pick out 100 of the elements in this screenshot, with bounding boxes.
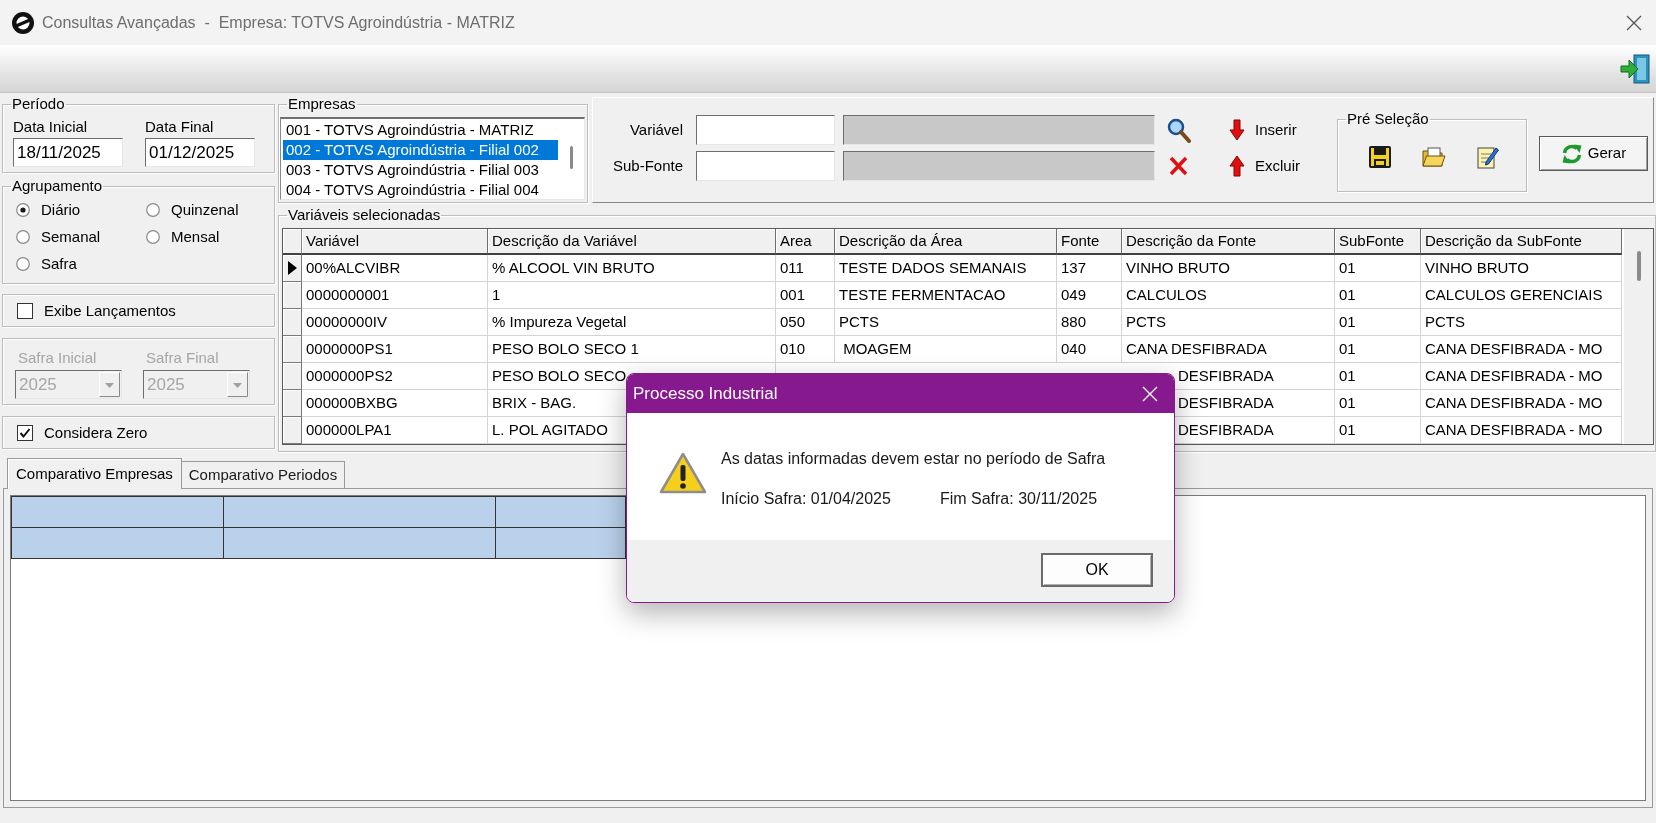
group-title: Variáveis selecionadas	[287, 206, 442, 224]
radio-option[interactable]: Quinzenal	[146, 200, 239, 219]
table-cell: 01	[1335, 363, 1421, 390]
table-cell: % ALCOOL VIN BRUTO	[488, 255, 776, 282]
group-title: Agrupamento	[11, 177, 104, 195]
text-input[interactable]	[696, 115, 835, 145]
table-cell: CANA DESFIBRADA - MO	[1421, 417, 1622, 444]
table-cell: 01	[1335, 255, 1421, 282]
field-label: Safra Inicial	[18, 349, 97, 367]
group-title: Empresas	[287, 95, 357, 113]
arrow-down-icon	[1229, 119, 1245, 141]
radio-icon[interactable]	[146, 229, 160, 244]
circle-logo-icon	[12, 11, 34, 34]
door-arrow-icon[interactable]	[1620, 53, 1650, 84]
column-header[interactable]: Variável	[302, 229, 488, 255]
checkbox-option[interactable]: Exibe Lançamentos	[17, 301, 176, 320]
table-cell: 0000000PS1	[302, 336, 488, 363]
radio-option[interactable]: Safra	[16, 254, 77, 273]
window-title: Consultas Avançadas - Empresa: TOTVS Agroindústria - MATRIZ	[42, 12, 515, 33]
search-icon[interactable]	[1166, 117, 1191, 143]
table-cell: 01	[1335, 390, 1421, 417]
checkbox-icon[interactable]	[17, 302, 33, 319]
table-cell: 137	[1057, 255, 1122, 282]
checkbox-option[interactable]: Considera Zero	[17, 423, 148, 442]
table-cell: 040	[1057, 336, 1122, 363]
date-input[interactable]: 01/12/2025	[145, 138, 255, 167]
table-cell: CANA DESFIBRADA - MO	[1421, 336, 1622, 363]
column-header[interactable]: Descrição da Fonte	[1122, 229, 1335, 255]
table-cell: 1	[488, 282, 776, 309]
radio-icon[interactable]	[16, 229, 30, 244]
readonly-field[interactable]	[843, 151, 1155, 181]
column-header[interactable]: Descrição da Área	[835, 229, 1057, 255]
grid-corner-cell	[283, 229, 302, 255]
list-item[interactable]: 001 - TOTVS Agroindústria - MATRIZ	[283, 120, 558, 140]
scrollbar-thumb[interactable]	[569, 146, 573, 169]
list-item[interactable]: 004 - TOTVS Agroindústria - Filial 004	[283, 180, 558, 200]
row-indicator[interactable]	[283, 255, 302, 282]
radio-icon[interactable]	[16, 256, 30, 271]
field-label: Safra Final	[146, 349, 219, 367]
table-cell: 049	[1057, 282, 1122, 309]
group-title: Pré Seleção	[1346, 110, 1430, 128]
radio-icon[interactable]	[16, 202, 30, 217]
table-cell: % Impureza Vegetal	[488, 309, 776, 336]
field-label: Sub-Fonte	[611, 155, 683, 176]
radio-icon[interactable]	[146, 202, 160, 217]
tab[interactable]: Comparativo Periodos	[181, 461, 346, 488]
close-icon[interactable]	[1626, 14, 1642, 31]
table-cell: 011	[776, 255, 835, 282]
safra-end-date: Fim Safra: 30/11/2025	[939, 489, 1098, 509]
folder-icon[interactable]	[1422, 146, 1446, 168]
table-cell: VINHO BRUTO	[1122, 255, 1335, 282]
column-header[interactable]: Descrição da SubFonte	[1421, 229, 1622, 255]
list-item[interactable]: 002 - TOTVS Agroindústria - Filial 002	[283, 140, 558, 160]
table-cell: CANA DESFIBRADA	[1122, 336, 1335, 363]
list-item[interactable]: 003 - TOTVS Agroindústria - Filial 003	[283, 160, 558, 180]
table-cell: PCTS	[835, 309, 1057, 336]
table-cell: TESTE DADOS SEMANAIS	[835, 255, 1057, 282]
column-header[interactable]: Fonte	[1057, 229, 1122, 255]
tab[interactable]: Comparativo Empresas	[7, 458, 182, 489]
ok-button[interactable]: OK	[1041, 553, 1153, 587]
checkbox-icon[interactable]	[17, 424, 33, 441]
scrollbar-thumb[interactable]	[1636, 251, 1641, 281]
column-header[interactable]: Descrição da Variável	[488, 229, 776, 255]
table-cell: CALCULOS	[1122, 282, 1335, 309]
row-pointer-icon	[287, 261, 297, 275]
table-cell: CALCULOS GERENCIAIS	[1421, 282, 1622, 309]
radio-option[interactable]: Diário	[16, 200, 81, 219]
field-label: Data Inicial	[13, 118, 88, 136]
date-input[interactable]: 18/11/2025	[13, 138, 123, 167]
notepad-pencil-icon[interactable]	[1477, 145, 1499, 169]
column-header[interactable]: Area	[776, 229, 835, 255]
table-cell: PCTS	[1421, 309, 1622, 336]
table-cell: 01	[1335, 417, 1421, 444]
radio-option[interactable]: Mensal	[146, 227, 220, 246]
radio-option[interactable]: Semanal	[16, 227, 101, 246]
table-cell: MOAGEM	[835, 336, 1057, 363]
table-cell: 01	[1335, 309, 1421, 336]
column-header[interactable]: SubFonte	[1335, 229, 1421, 255]
table-cell: 010	[776, 336, 835, 363]
generate-button[interactable]: Gerar	[1539, 136, 1648, 171]
table-cell: 050	[776, 309, 835, 336]
table-cell: PESO BOLO SECO 1	[488, 336, 776, 363]
group-title: Período	[11, 95, 66, 113]
field-label: Data Final	[145, 118, 214, 136]
table-cell: 01	[1335, 336, 1421, 363]
table-cell: 000000BXBG	[302, 390, 488, 417]
table-cell: 00000000IV	[302, 309, 488, 336]
warning-icon	[659, 452, 707, 494]
table-cell: PCTS	[1122, 309, 1335, 336]
table-cell: 0000000PS2	[302, 363, 488, 390]
table-cell: TESTE FERMENTACAO	[835, 282, 1057, 309]
refresh-arrows-icon	[1560, 142, 1583, 165]
remove-button[interactable]: Excluir	[1227, 152, 1307, 180]
safra-start-date: Início Safra: 01/04/2025	[721, 489, 891, 509]
text-input[interactable]	[696, 151, 835, 181]
insert-button[interactable]: Inserir	[1227, 116, 1307, 144]
readonly-field[interactable]	[843, 115, 1155, 145]
cross-icon[interactable]	[1168, 155, 1189, 177]
table-cell: 0000000001	[302, 282, 488, 309]
table-cell: 00%ALCVIBR	[302, 255, 488, 282]
